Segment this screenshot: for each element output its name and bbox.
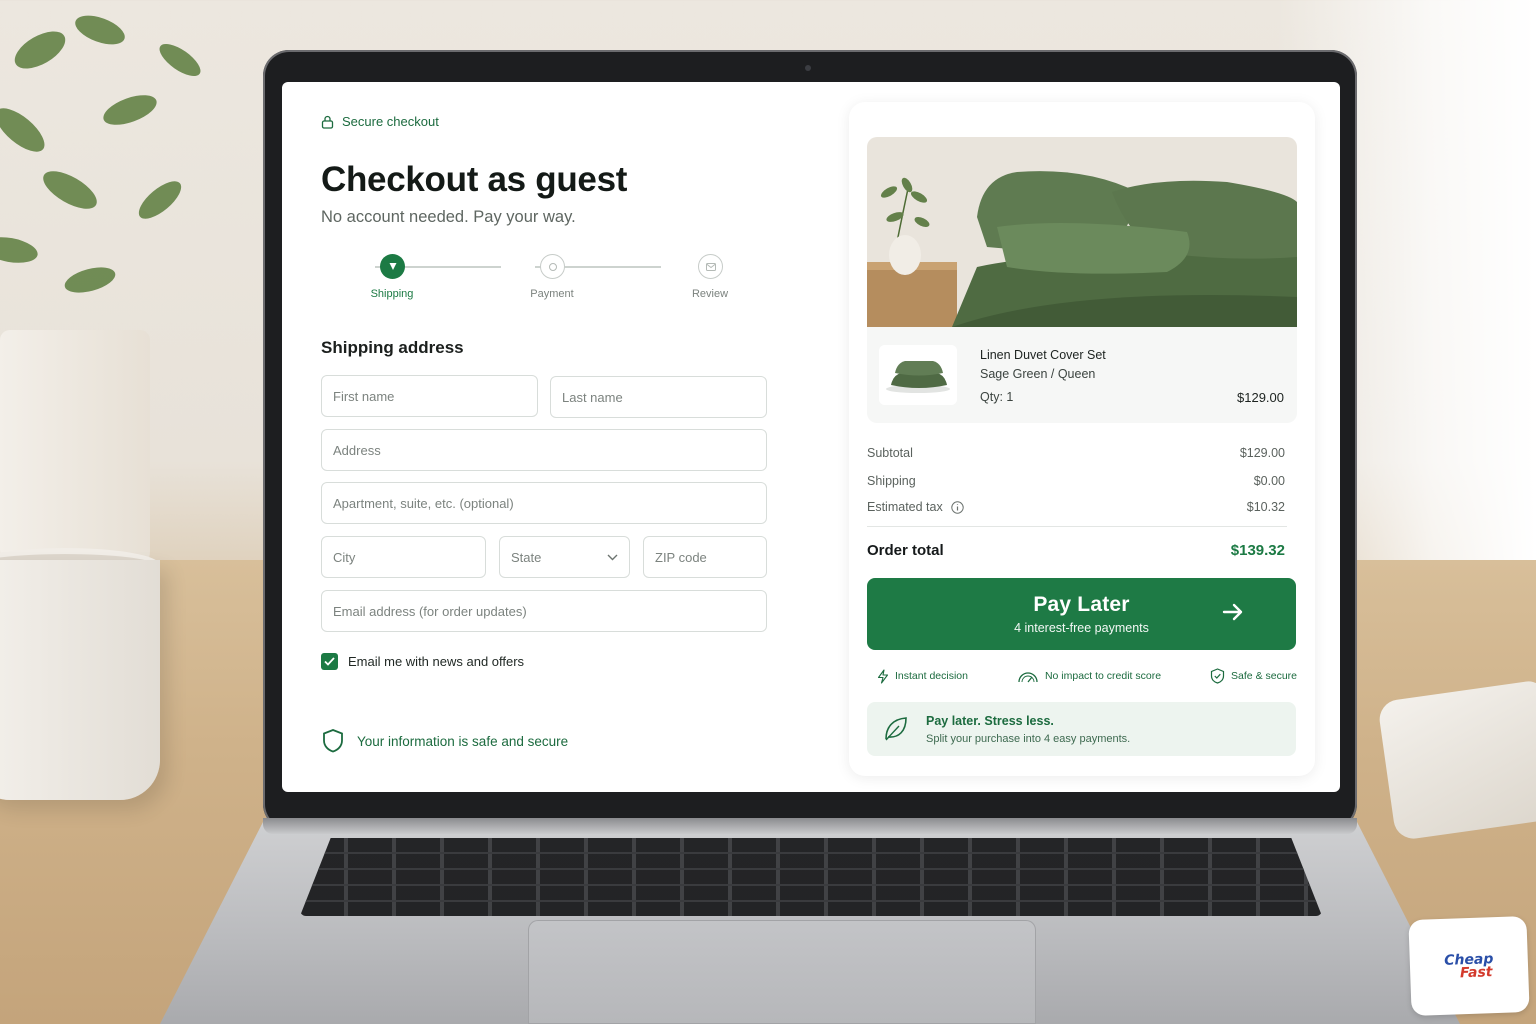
first-name-placeholder: First name <box>333 388 395 404</box>
tax-label-group: Estimated tax <box>867 500 964 514</box>
trackpad <box>528 920 1036 1024</box>
newsletter-option[interactable]: Email me with news and offers <box>321 653 524 670</box>
subtotal-label: Subtotal <box>867 446 913 460</box>
secure-checkout-text: Secure checkout <box>342 114 439 129</box>
product-image <box>867 137 1297 327</box>
trust-instant-decision: Instant decision <box>877 668 968 684</box>
item-price: $129.00 <box>1237 390 1284 405</box>
newsletter-label: Email me with news and offers <box>348 654 525 669</box>
webcam <box>805 65 811 71</box>
arrow-right-icon <box>1222 603 1243 621</box>
card-icon <box>548 262 557 271</box>
zip-code-placeholder: ZIP code <box>655 549 707 565</box>
order-summary-panel: Linen Duvet Cover Set Sage Green / Queen… <box>849 102 1315 776</box>
zip-code-field[interactable]: ZIP code <box>643 536 767 578</box>
gauge-icon <box>1018 671 1038 682</box>
trust-credit-score: No impact to credit score <box>1017 668 1161 684</box>
keyboard-rows <box>300 838 1322 916</box>
pay-later-label: Pay Later <box>1033 593 1130 616</box>
shield-check-icon <box>1210 668 1225 684</box>
step-review-label[interactable]: Review <box>670 288 750 300</box>
laptop-hinge <box>263 818 1357 834</box>
envelope-icon <box>705 262 716 271</box>
first-name-field[interactable]: First name <box>321 375 538 417</box>
towel <box>1377 678 1536 842</box>
promo-title: Pay later. Stress less. <box>926 714 1054 728</box>
address-field[interactable]: Address <box>321 429 767 471</box>
newsletter-checkbox[interactable] <box>321 653 338 670</box>
shipping-address-heading: Shipping address <box>321 338 464 357</box>
lightning-icon <box>877 668 889 684</box>
summary-divider <box>867 526 1287 527</box>
info-icon[interactable] <box>951 500 964 514</box>
lock-icon <box>321 115 334 129</box>
order-total-value: $139.32 <box>1230 542 1285 559</box>
item-quantity: Qty: 1 <box>980 390 1014 404</box>
pay-later-sublabel: 4 interest-free payments <box>1014 621 1149 635</box>
shipping-value: $0.00 <box>1253 474 1285 488</box>
trust-badges: Instant decision No impact to credit sco… <box>877 668 1297 684</box>
tax-row: Estimated tax $10.32 <box>867 500 1285 514</box>
leaf-icon <box>885 717 907 741</box>
checkout-stepper: Shipping Payment Review <box>345 254 765 304</box>
order-total-row: Order total $139.32 <box>867 542 1285 559</box>
trust-safe-secure: Safe & secure <box>1210 668 1297 684</box>
coffee-mug <box>0 560 160 800</box>
last-name-field[interactable]: Last name <box>550 376 767 418</box>
promo-subtitle: Split your purchase into 4 easy payments… <box>926 733 1131 745</box>
step-shipping-indicator[interactable] <box>380 254 405 279</box>
step-shipping-label[interactable]: Shipping <box>352 288 432 300</box>
trust-credit-score-label: No impact to credit score <box>1044 670 1162 682</box>
product-thumbnail <box>879 345 957 405</box>
promo-banner: Pay later. Stress less. Split your purch… <box>867 702 1296 756</box>
shipping-row: Shipping $0.00 <box>867 474 1285 488</box>
city-placeholder: City <box>333 549 356 565</box>
state-select[interactable]: State <box>499 536 630 578</box>
plant-decoration <box>0 15 201 293</box>
shipping-label: Shipping <box>867 474 916 488</box>
order-total-label: Order total <box>867 542 944 559</box>
item-name: Linen Duvet Cover Set <box>980 348 1106 362</box>
trust-safe-secure-label: Safe & secure <box>1231 670 1297 682</box>
subtotal-value: $129.00 <box>1239 446 1285 460</box>
watermark-text-bottom: Fast <box>1459 963 1493 981</box>
checkmark-icon <box>324 657 335 666</box>
apartment-field[interactable]: Apartment, suite, etc. (optional) <box>321 482 767 524</box>
item-variant: Sage Green / Queen <box>980 367 1096 381</box>
step-review-indicator[interactable] <box>698 254 723 279</box>
watermark-logo: Cheap Fast <box>1408 915 1530 1017</box>
email-field[interactable]: Email address (for order updates) <box>321 590 767 632</box>
step-payment-label[interactable]: Payment <box>512 288 592 300</box>
location-pin-icon <box>389 263 396 270</box>
checkout-form-panel: Secure checkout Checkout as guest No acc… <box>321 82 771 792</box>
chevron-down-icon <box>607 554 618 560</box>
tax-value: $10.32 <box>1246 500 1285 514</box>
safe-secure-text: Your information is safe and secure <box>357 733 569 749</box>
shield-icon <box>323 729 343 753</box>
email-placeholder: Email address (for order updates) <box>333 603 527 619</box>
apartment-placeholder: Apartment, suite, etc. (optional) <box>333 495 514 511</box>
city-field[interactable]: City <box>321 536 486 578</box>
page-subtitle: No account needed. Pay your way. <box>321 208 576 226</box>
cart-item: Linen Duvet Cover Set Sage Green / Queen… <box>867 327 1297 423</box>
secure-checkout-label: Secure checkout <box>321 114 439 129</box>
last-name-placeholder: Last name <box>562 389 623 405</box>
laptop-screen: Secure checkout Checkout as guest No acc… <box>282 82 1340 792</box>
step-payment-indicator[interactable] <box>540 254 565 279</box>
tax-label: Estimated tax <box>867 500 943 514</box>
subtotal-row: Subtotal $129.00 <box>867 446 1285 460</box>
safe-secure-note: Your information is safe and secure <box>321 728 568 754</box>
state-placeholder: State <box>511 549 542 565</box>
address-placeholder: Address <box>333 442 381 458</box>
trust-instant-decision-label: Instant decision <box>895 670 968 682</box>
page-title: Checkout as guest <box>321 160 628 199</box>
pay-later-button[interactable]: Pay Later 4 interest-free payments <box>867 578 1296 650</box>
